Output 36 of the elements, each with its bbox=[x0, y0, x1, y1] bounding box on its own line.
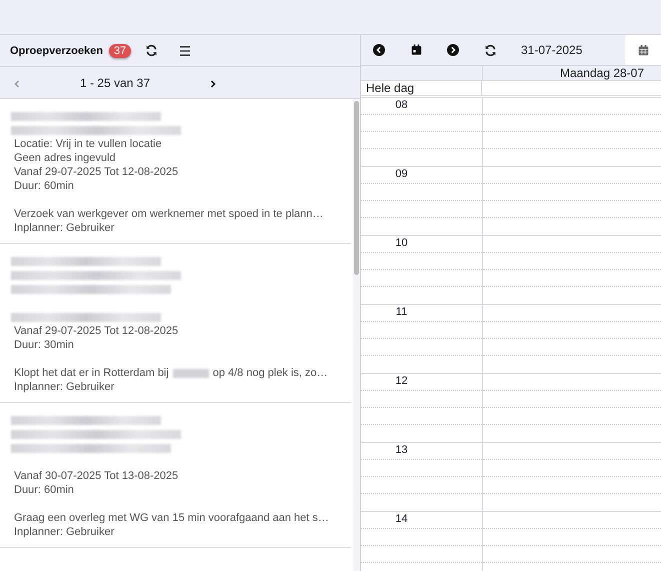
request-detail: Inplanner: Gebruiker bbox=[14, 380, 116, 394]
request-detail: Locatie: Vrij in te vullen locatie bbox=[14, 137, 163, 151]
chevron-right-icon[interactable] bbox=[210, 80, 216, 88]
hour-label: 12 bbox=[395, 375, 408, 387]
request-detail: Vanaf 30-07-2025 Tot 13-08-2025 bbox=[14, 469, 180, 483]
request-detail: Vanaf 29-07-2025 Tot 12-08-2025 bbox=[14, 165, 180, 179]
hour-label: 11 bbox=[396, 306, 408, 318]
hour-label: 08 bbox=[395, 99, 408, 111]
current-date: 31-07-2025 bbox=[521, 43, 582, 57]
request-detail: Duur: 30min bbox=[14, 338, 75, 352]
hour-label: 13 bbox=[395, 444, 408, 456]
request-detail: Geen adres ingevuld bbox=[14, 151, 117, 165]
request-detail: Graag een overleg met WG van 15 min voorafgaand aan het s… bbox=[14, 511, 330, 525]
request-card[interactable]: Vanaf 30-07-2025 Tot 13-08-2025 Duur: 60min Graag een overleg met WG van 15 min voorafgaand aan het s… Inplanner: Gebruiker bbox=[0, 403, 351, 548]
request-card[interactable]: Vanaf 29-07-2025 Tot 12-08-2025 Duur: 30min Klopt het dat er in Rotterdam bij op 4/8 nog plek is, zo… Inplanner: Gebruiker bbox=[0, 244, 351, 403]
panel-title: Oproepverzoeken bbox=[10, 44, 103, 56]
request-detail: Verzoek van werkgever om werknemer met spoed in te plann… bbox=[14, 207, 324, 221]
request-detail: Inplanner: Gebruiker bbox=[14, 525, 116, 539]
hour-label: 09 bbox=[395, 168, 408, 180]
previous-icon[interactable] bbox=[371, 42, 387, 58]
calendar-icon bbox=[638, 44, 648, 56]
hour-label: 14 bbox=[395, 513, 408, 525]
date-picker-button[interactable] bbox=[625, 35, 661, 65]
request-detail: Vanaf 29-07-2025 Tot 12-08-2025 bbox=[14, 324, 180, 338]
day-header: Maandag 28-07 bbox=[560, 66, 644, 80]
scrollbar-thumb[interactable] bbox=[354, 101, 359, 275]
next-icon[interactable] bbox=[445, 42, 461, 58]
all-day-label: Hele dag bbox=[366, 81, 414, 95]
request-card[interactable]: Locatie: Vrij in te vullen locatie Geen adres ingevuld Vanaf 29-07-2025 Tot 12-08-2025 Duur: 60min Verzoek van werkgever om werknemer met spoed in te plann… Inplanner: Gebruiker bbox=[0, 99, 351, 244]
request-detail: Inplanner: Gebruiker bbox=[14, 221, 116, 235]
request-detail: Duur: 60min bbox=[14, 179, 75, 193]
count-badge: 37 bbox=[108, 44, 132, 58]
hour-label: 10 bbox=[395, 237, 408, 249]
request-detail: Klopt het dat er in Rotterdam bij op 4/8 nog plek is, zo… bbox=[14, 366, 329, 380]
page-range: 1 - 25 van 37 bbox=[80, 76, 150, 90]
request-detail: Duur: 60min bbox=[14, 483, 75, 497]
